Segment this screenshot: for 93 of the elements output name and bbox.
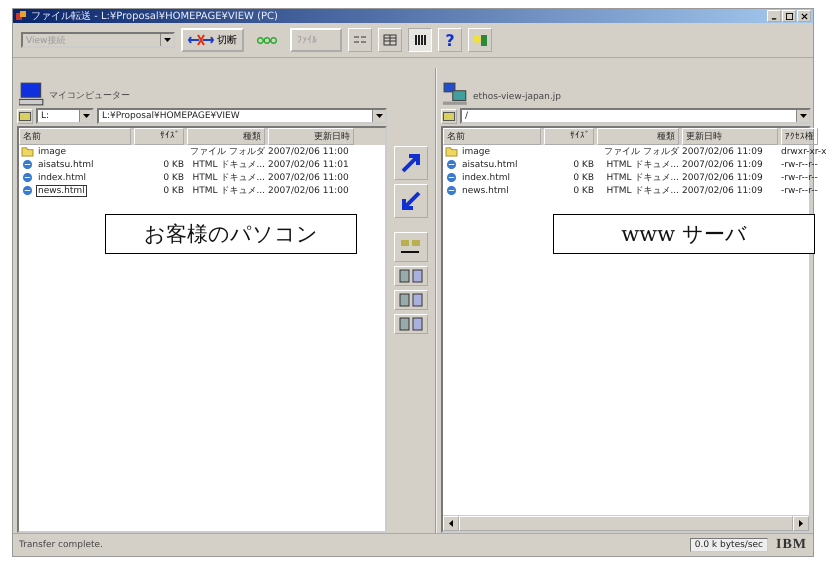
compare-button[interactable] bbox=[394, 290, 428, 310]
dropdown-arrow-icon bbox=[164, 38, 170, 42]
file-name[interactable]: news.html bbox=[460, 184, 511, 196]
ibm-logo: IBM bbox=[776, 537, 807, 553]
modified-date: 2007/02/06 11:09 bbox=[682, 160, 763, 170]
upload-button[interactable] bbox=[394, 146, 428, 180]
maximize-icon bbox=[786, 12, 792, 20]
list-view-button[interactable] bbox=[378, 28, 402, 52]
pane-label: ethos-view-japan.jp bbox=[473, 92, 561, 102]
compare-button[interactable] bbox=[394, 314, 428, 334]
column-header[interactable]: 種類 bbox=[597, 128, 679, 145]
column-header[interactable]: 名前 bbox=[443, 128, 541, 145]
scroll-right-icon bbox=[799, 520, 803, 527]
folder-up-button[interactable] bbox=[441, 108, 457, 124]
connection-icon bbox=[256, 36, 278, 44]
drive-dropdown[interactable]: L: bbox=[36, 108, 94, 124]
dropdown-arrow-icon bbox=[82, 114, 90, 118]
file-name[interactable]: aisatsu.html bbox=[460, 158, 520, 170]
app-icon bbox=[15, 10, 27, 22]
file-type: ファイル フォルダ bbox=[604, 147, 679, 157]
file-type: HTML ドキュメ... bbox=[606, 160, 679, 170]
file-size: 0 KB bbox=[163, 160, 184, 170]
modified-date: 2007/02/06 11:01 bbox=[268, 160, 349, 170]
up-right-arrow-icon bbox=[399, 151, 423, 175]
details-view-button[interactable] bbox=[408, 28, 432, 52]
file-name[interactable]: news.html bbox=[36, 184, 87, 196]
file-name[interactable]: index.html bbox=[36, 172, 88, 184]
pane-label: マイコンピューター bbox=[49, 90, 130, 102]
permissions: -rw-r--r-- bbox=[781, 172, 818, 182]
column-header[interactable]: 種類 bbox=[187, 128, 265, 145]
folder-up-button[interactable] bbox=[17, 108, 33, 124]
minimize-button[interactable] bbox=[767, 10, 781, 22]
permissions: -rw-r--r-- bbox=[781, 160, 818, 170]
sync-button[interactable] bbox=[394, 232, 428, 262]
down-left-arrow-icon bbox=[399, 189, 423, 213]
column-header[interactable]: ｻｲｽﾞ bbox=[134, 128, 184, 145]
path-dropdown[interactable]: L:¥Proposal¥HOMEPAGE¥VIEW bbox=[97, 108, 387, 124]
modified-date: 2007/02/06 11:09 bbox=[682, 146, 763, 156]
two-documents-icon bbox=[398, 292, 424, 308]
maximize-button[interactable] bbox=[782, 10, 796, 22]
path-dropdown[interactable]: / bbox=[460, 108, 811, 124]
modified-date: 2007/02/06 11:00 bbox=[268, 186, 349, 196]
file-size: 0 KB bbox=[573, 160, 594, 170]
file-type: HTML ドキュメ... bbox=[192, 173, 265, 183]
download-button[interactable] bbox=[394, 184, 428, 218]
file-type: ファイル フォルダ bbox=[190, 147, 265, 157]
compare-button[interactable] bbox=[394, 266, 428, 286]
disconnect-button[interactable]: 切断 bbox=[181, 28, 244, 52]
close-icon bbox=[800, 12, 808, 20]
disconnect-arrows-icon bbox=[188, 34, 214, 46]
column-header[interactable]: 更新日時 bbox=[268, 128, 354, 145]
status-message: Transfer complete. bbox=[19, 540, 104, 550]
list-view-icon bbox=[383, 34, 397, 46]
two-documents-icon bbox=[398, 316, 424, 332]
window-title: ファイル転送 - L:¥Proposal¥HOMEPAGE¥VIEW (PC) bbox=[31, 10, 279, 23]
network-computers-icon bbox=[443, 82, 469, 106]
two-documents-icon bbox=[398, 268, 424, 284]
dropdown-arrow-icon bbox=[376, 114, 382, 118]
column-header[interactable]: 名前 bbox=[19, 128, 131, 145]
modified-date: 2007/02/06 11:00 bbox=[268, 146, 349, 156]
details-view-icon bbox=[413, 34, 427, 46]
file-name[interactable]: aisatsu.html bbox=[36, 158, 96, 170]
help-button[interactable]: ? bbox=[438, 28, 462, 52]
permissions: drwxr-xr-x bbox=[781, 146, 826, 156]
file-size: 0 KB bbox=[163, 186, 184, 196]
file-name[interactable]: image bbox=[36, 146, 68, 158]
file-type: HTML ドキュメ... bbox=[606, 173, 679, 183]
local-callout: お客様のパソコン bbox=[105, 214, 357, 254]
file-size: 0 KB bbox=[163, 172, 184, 182]
modified-date: 2007/02/06 11:00 bbox=[268, 172, 349, 182]
computer-icon bbox=[19, 82, 45, 106]
file-type: HTML ドキュメ... bbox=[192, 160, 265, 170]
file-size: 0 KB bbox=[573, 172, 594, 182]
file-type: HTML ドキュメ... bbox=[192, 186, 265, 196]
column-header[interactable]: ｻｲｽﾞ bbox=[544, 128, 594, 145]
small-icons-button[interactable] bbox=[348, 28, 372, 52]
horizontal-scrollbar[interactable] bbox=[443, 515, 809, 531]
file-type: HTML ドキュメ... bbox=[606, 186, 679, 196]
close-button[interactable] bbox=[797, 10, 811, 22]
permissions: -rw-r--r-- bbox=[781, 186, 818, 196]
exit-button[interactable] bbox=[468, 28, 492, 52]
file-size: 0 KB bbox=[573, 186, 594, 196]
exit-icon bbox=[472, 33, 488, 47]
file-name[interactable]: image bbox=[460, 146, 492, 158]
column-header[interactable]: ｱｸｾｽ権 bbox=[781, 128, 818, 145]
column-header[interactable]: 更新日時 bbox=[682, 128, 778, 145]
server-callout: www サーバ bbox=[553, 214, 815, 254]
file-name[interactable]: index.html bbox=[460, 172, 512, 184]
scroll-left-icon bbox=[449, 520, 453, 527]
modified-date: 2007/02/06 11:09 bbox=[682, 186, 763, 196]
dropdown-arrow-icon bbox=[800, 114, 806, 118]
transfer-rate: 0.0 k bytes/sec bbox=[690, 538, 768, 552]
modified-date: 2007/02/06 11:09 bbox=[682, 172, 763, 182]
